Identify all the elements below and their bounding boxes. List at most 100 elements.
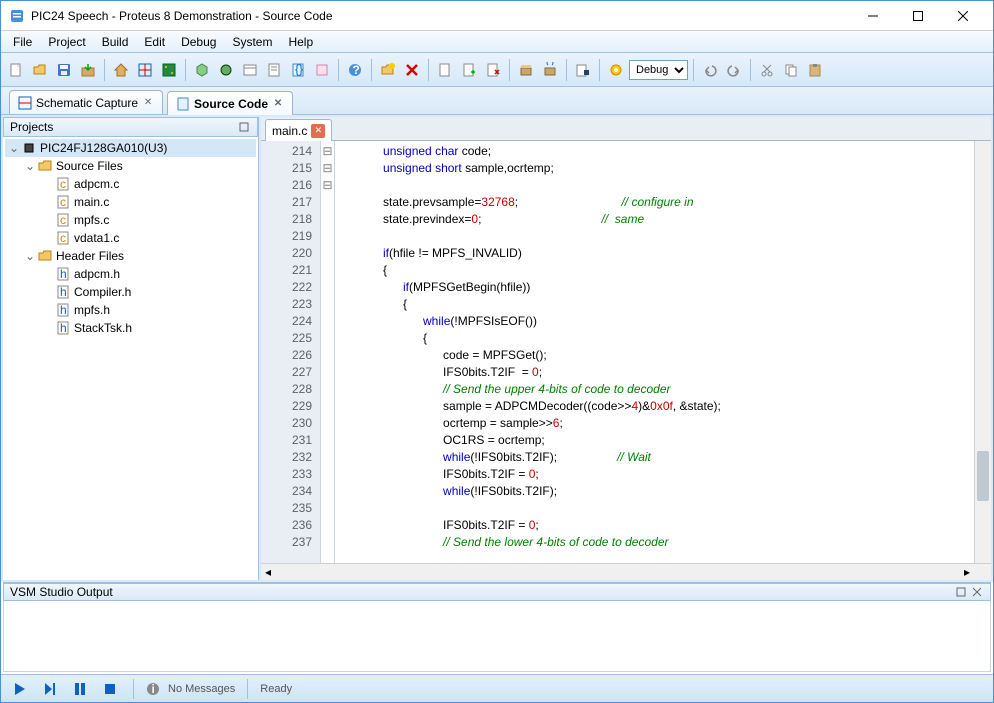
- maximize-button[interactable]: [895, 2, 940, 30]
- rebuild-icon[interactable]: [539, 59, 561, 81]
- tree-item[interactable]: cmpfs.c: [5, 211, 256, 229]
- file-icon: h: [55, 266, 71, 282]
- projects-title: Projects: [10, 120, 53, 134]
- redo-icon[interactable]: [723, 59, 745, 81]
- close-icon[interactable]: [970, 585, 984, 599]
- editor-tab-main[interactable]: main.c ✕: [265, 119, 332, 141]
- file-icon: [37, 248, 53, 264]
- document-tabs: Schematic Capture✕Source Code✕: [1, 87, 993, 115]
- tree-item[interactable]: hmpfs.h: [5, 301, 256, 319]
- panel-float-icon[interactable]: [954, 585, 968, 599]
- tree-toggle-icon[interactable]: ⌄: [23, 249, 37, 263]
- stop-icon[interactable]: [99, 678, 121, 700]
- copy-icon[interactable]: [780, 59, 802, 81]
- doctab-schematic-capture[interactable]: Schematic Capture✕: [9, 90, 163, 114]
- file-icon: [21, 140, 37, 156]
- config-combo[interactable]: Debug: [629, 60, 688, 80]
- build-icon[interactable]: [515, 59, 537, 81]
- vsm-icon[interactable]: [311, 59, 333, 81]
- tree-label: vdata1.c: [74, 231, 119, 245]
- step-icon[interactable]: [39, 678, 61, 700]
- tree-item[interactable]: cvdata1.c: [5, 229, 256, 247]
- cut-icon[interactable]: [756, 59, 778, 81]
- source-icon[interactable]: {}: [287, 59, 309, 81]
- svg-text:h: h: [60, 321, 67, 335]
- play-icon[interactable]: [9, 678, 31, 700]
- pcb-icon[interactable]: [158, 59, 180, 81]
- bom-icon[interactable]: [263, 59, 285, 81]
- help-icon[interactable]: ?: [344, 59, 366, 81]
- tree-item[interactable]: hCompiler.h: [5, 283, 256, 301]
- file-icon: c: [55, 212, 71, 228]
- tree-item[interactable]: ⌄ Source Files: [5, 157, 256, 175]
- close-icon[interactable]: ✕: [311, 124, 325, 138]
- fold-column[interactable]: ⊟⊟⊟: [321, 141, 335, 563]
- svg-text:h: h: [60, 285, 67, 299]
- schematic-icon: [18, 96, 32, 110]
- info-icon: i: [146, 682, 160, 696]
- tree-label: adpcm.c: [74, 177, 119, 191]
- gerber-icon[interactable]: [215, 59, 237, 81]
- menu-help[interactable]: Help: [280, 33, 321, 51]
- horizontal-scrollbar[interactable]: ◂ ▸: [261, 563, 991, 580]
- open-icon[interactable]: [29, 59, 51, 81]
- tree-toggle-icon[interactable]: ⌄: [7, 141, 21, 155]
- vertical-scrollbar[interactable]: [974, 141, 991, 563]
- remove-doc-icon[interactable]: [482, 59, 504, 81]
- source-icon: [176, 97, 190, 111]
- stop-debug-icon[interactable]: [572, 59, 594, 81]
- tree-item[interactable]: ⌄ PIC24FJ128GA010(U3): [5, 139, 256, 157]
- file-icon: c: [55, 176, 71, 192]
- code-content[interactable]: unsigned char code; unsigned short sampl…: [335, 141, 974, 563]
- file-icon: h: [55, 302, 71, 318]
- projects-header: Projects: [3, 117, 258, 137]
- menu-debug[interactable]: Debug: [173, 33, 224, 51]
- output-title: VSM Studio Output: [10, 585, 113, 599]
- close-icon[interactable]: ✕: [142, 97, 154, 109]
- settings-icon[interactable]: [605, 59, 627, 81]
- tree-toggle-icon[interactable]: ⌄: [23, 159, 37, 173]
- project-tree[interactable]: ⌄PIC24FJ128GA010(U3)⌄Source Filescadpcm.…: [3, 137, 258, 580]
- new-doc-icon[interactable]: [434, 59, 456, 81]
- output-body[interactable]: [3, 601, 991, 672]
- close-button[interactable]: [940, 2, 985, 30]
- svg-text:?: ?: [353, 63, 360, 77]
- add-doc-icon[interactable]: [458, 59, 480, 81]
- menu-system[interactable]: System: [224, 33, 280, 51]
- tree-item[interactable]: cadpcm.c: [5, 175, 256, 193]
- close-icon[interactable]: ✕: [272, 98, 284, 110]
- file-icon: [37, 158, 53, 174]
- home-icon[interactable]: [110, 59, 132, 81]
- menu-file[interactable]: File: [5, 33, 40, 51]
- editor-tab-label: main.c: [272, 124, 307, 138]
- 3d-icon[interactable]: [191, 59, 213, 81]
- design-explorer-icon[interactable]: [239, 59, 261, 81]
- undo-icon[interactable]: [699, 59, 721, 81]
- tree-item[interactable]: ⌄Header Files: [5, 247, 256, 265]
- output-header: VSM Studio Output: [3, 583, 991, 601]
- tree-label: adpcm.h: [74, 267, 120, 281]
- menu-edit[interactable]: Edit: [136, 33, 173, 51]
- import-icon[interactable]: [77, 59, 99, 81]
- tree-label: PIC24FJ128GA010(U3): [40, 141, 167, 155]
- new-file-icon[interactable]: [5, 59, 27, 81]
- pause-icon[interactable]: [69, 678, 91, 700]
- ready-text: Ready: [260, 683, 292, 695]
- panel-float-icon[interactable]: [237, 120, 251, 134]
- tree-item[interactable]: hStackTsk.h: [5, 319, 256, 337]
- save-icon[interactable]: [53, 59, 75, 81]
- paste-icon[interactable]: [804, 59, 826, 81]
- doctab-source-code[interactable]: Source Code✕: [167, 91, 293, 115]
- new-project-icon[interactable]: [377, 59, 399, 81]
- code-editor[interactable]: 2142152162172182192202212222232242252262…: [261, 141, 991, 563]
- tree-item[interactable]: cmain.c: [5, 193, 256, 211]
- tree-item[interactable]: hadpcm.h: [5, 265, 256, 283]
- menu-build[interactable]: Build: [94, 33, 137, 51]
- line-gutter: 2142152162172182192202212222232242252262…: [261, 141, 321, 563]
- tree-label: Source Files: [56, 159, 123, 173]
- svg-text:h: h: [60, 303, 67, 317]
- menu-project[interactable]: Project: [40, 33, 93, 51]
- minimize-button[interactable]: [850, 2, 895, 30]
- delete-icon[interactable]: [401, 59, 423, 81]
- schematic-icon[interactable]: [134, 59, 156, 81]
